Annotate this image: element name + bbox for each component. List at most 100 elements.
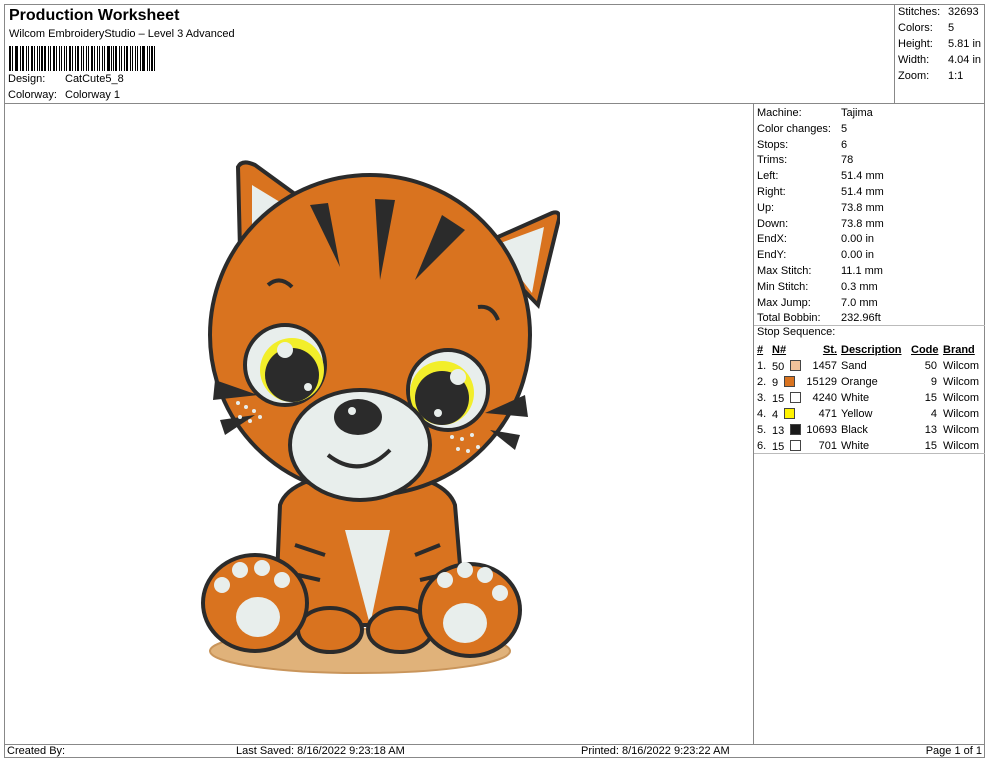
left-toe (232, 562, 248, 578)
needle-cell: 13 (772, 422, 804, 438)
stat-label: Height: (898, 38, 933, 50)
color-description: Black (841, 424, 868, 436)
stat-value: 4.04 in (948, 54, 982, 66)
row-number: 6. (757, 440, 767, 452)
needle-cell: 15 (772, 438, 804, 454)
last-saved: Last Saved: 8/16/2022 9:23:18 AM (236, 745, 405, 757)
stitch-count: 15129 (806, 376, 837, 388)
barcode-bar (115, 46, 118, 71)
printed-date: Printed: 8/16/2022 9:23:22 AM (581, 745, 730, 757)
barcode-bar (88, 46, 90, 71)
thread-brand: Wilcom (943, 392, 980, 404)
info-value: Tajima (841, 107, 873, 119)
design-value: CatCute5_8 (65, 73, 124, 85)
info-label: Trims: (757, 154, 788, 167)
stop-sequence-title: Stop Sequence: (757, 326, 836, 338)
machine-info-row: Total Bobbin: 232.96ft (757, 312, 881, 324)
row-number: 4. (757, 408, 767, 420)
needle-cell: 15 (772, 390, 804, 406)
stitch-count: 701 (818, 440, 837, 452)
thread-brand: Wilcom (943, 440, 980, 452)
embroidery-design-preview (201, 160, 560, 674)
barcode-bar (123, 46, 126, 71)
needle-number: 15 (772, 440, 785, 453)
color-code: 4 (930, 408, 937, 420)
info-label: Down: (757, 217, 789, 230)
barcode-bar (14, 46, 16, 71)
machine-info-row: EndY: 0.00 in (757, 249, 874, 261)
color-code: 13 (924, 424, 937, 436)
info-value: 11.1 mm (841, 265, 883, 277)
colorway-value: Colorway 1 (65, 89, 121, 101)
color-description: White (841, 440, 870, 452)
needle-number: 13 (772, 424, 785, 437)
stat-value: 1:1 (948, 70, 964, 82)
row-number: 2. (757, 376, 767, 388)
info-label: EndY: (757, 249, 787, 262)
barcode-bar (94, 46, 95, 71)
left-toe (214, 577, 230, 593)
worksheet-footer: Created By: Last Saved: 8/16/2022 9:23:1… (4, 744, 985, 758)
barcode-bar (44, 46, 46, 71)
color-code: 15 (924, 440, 937, 452)
info-label: Stops: (757, 138, 789, 151)
thread-brand: Wilcom (943, 424, 980, 436)
barcode-bar (154, 46, 155, 71)
thread-brand: Wilcom (943, 360, 980, 372)
barcode-bar (33, 46, 35, 71)
barcode-bar (126, 46, 129, 71)
barcode-bar (142, 46, 145, 71)
needle-number: 4 (772, 408, 779, 421)
barcode-bar (49, 46, 51, 71)
design-info-panel: Machine: Tajima Color changes: 5 Stops: 6 Trim… (753, 104, 985, 744)
barcode-bar (98, 46, 100, 71)
barcode-bar (60, 46, 63, 71)
info-value: 0.3 mm (841, 280, 878, 293)
info-label: Max Jump: (757, 296, 811, 309)
row-number: 3. (757, 392, 767, 404)
right-eye-highlight (450, 369, 466, 385)
barcode-bar (85, 46, 88, 71)
left-eye-highlight (304, 383, 312, 391)
stat-row: Colors: 5 (898, 22, 954, 34)
worksheet-header: Production Worksheet Wilcom EmbroiderySt… (4, 4, 895, 104)
info-value: 73.8 mm (841, 217, 884, 230)
needle-number: 9 (772, 376, 779, 389)
color-description: Yellow (841, 408, 873, 420)
info-label: EndX: (757, 233, 787, 246)
barcode-bar (47, 46, 49, 71)
barcode-bar (9, 46, 11, 71)
page-title: Production Worksheet (9, 7, 180, 24)
color-swatch (784, 407, 796, 419)
barcode-bar (130, 46, 131, 71)
nose (334, 399, 382, 435)
machine-info-row: Trims: 78 (757, 154, 853, 166)
left-pupil (265, 348, 319, 402)
machine-info-row: Left: 51.4 mm (757, 170, 884, 182)
color-description: Orange (841, 376, 878, 388)
machine-info-row: Up: 73.8 mm (757, 202, 884, 214)
color-code: 50 (924, 360, 937, 372)
page-number: Page 1 of 1 (925, 745, 982, 757)
barcode-bar (104, 46, 106, 71)
barcode-bar (56, 46, 57, 71)
info-label: Right: (757, 186, 786, 198)
column-header: Description (841, 344, 902, 356)
barcode-bar (28, 46, 30, 71)
barcode-bar (134, 46, 136, 71)
barcode-bar (52, 46, 56, 71)
stat-row: Width: 4.04 in (898, 54, 981, 66)
barcode-bar (74, 46, 76, 71)
table-row: 2. 9 15129 Orange 9 Wilcom (754, 374, 985, 390)
table-row: 6. 15 701 White 15 Wilcom (754, 438, 985, 454)
barcode-bar (119, 46, 120, 71)
needle-number: 50 (772, 360, 785, 373)
barcode-bar (91, 46, 93, 71)
needle-number: 15 (772, 392, 785, 405)
barcode-bar (76, 46, 80, 71)
machine-info-row: Color changes: 5 (757, 123, 847, 135)
color-code: 9 (930, 376, 937, 388)
row-number: 5. (757, 424, 767, 436)
info-label: Total Bobbin: (757, 312, 821, 325)
stat-label: Colors: (898, 22, 933, 34)
